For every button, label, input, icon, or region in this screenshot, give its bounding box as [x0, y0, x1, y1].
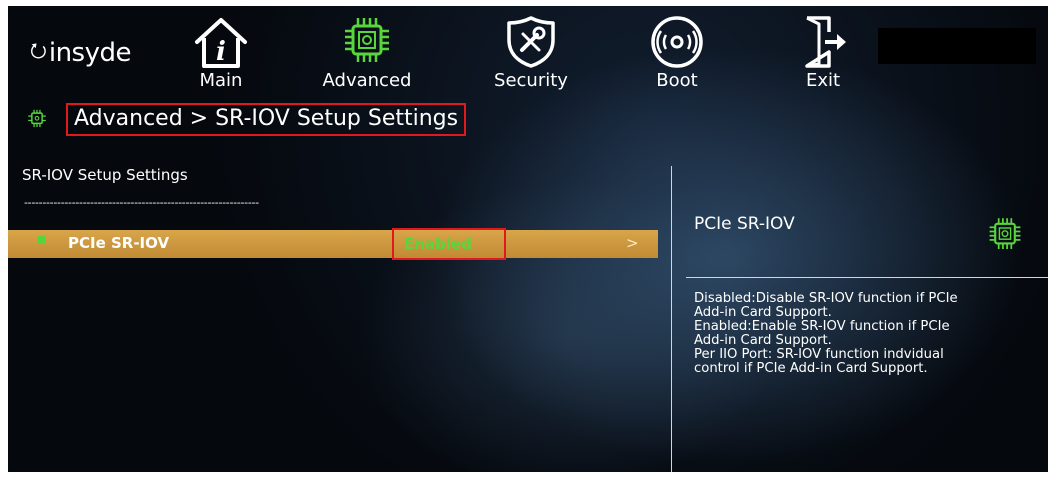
redacted-box	[878, 28, 1036, 64]
menu-advanced[interactable]: Advanced	[322, 14, 412, 91]
help-chip-icon	[989, 218, 1021, 249]
row-bullet-icon	[38, 236, 45, 243]
section-title: SR-IOV Setup Settings	[22, 166, 188, 184]
section-separator: ----------------------------------------…	[24, 196, 259, 209]
setting-value[interactable]: Enabled	[392, 228, 506, 260]
logo-text: insyde	[48, 38, 132, 68]
help-divider	[686, 277, 1048, 278]
chip-icon	[345, 18, 389, 62]
menu-exit-label: Exit	[805, 70, 841, 91]
breadcrumb-row: Advanced > SR-IOV Setup Settings	[26, 102, 467, 136]
svg-text:i: i	[216, 37, 226, 67]
top-menu-bar: ⭮ insyde i Main Advanced Security Boot E…	[8, 6, 1048, 116]
disc-icon	[651, 16, 703, 68]
breadcrumb: Advanced > SR-IOV Setup Settings	[66, 102, 467, 136]
menu-boot[interactable]: Boot	[632, 14, 722, 91]
setting-value-text: Enabled	[404, 235, 472, 253]
bios-screen: ⭮ insyde i Main Advanced Security Boot E…	[8, 6, 1048, 472]
menu-main-label: Main	[199, 70, 243, 91]
menu-boot-label: Boot	[656, 70, 698, 91]
setting-label: PCIe SR-IOV	[68, 234, 170, 252]
help-title: PCIe SR-IOV	[694, 214, 795, 234]
breadcrumb-chip-icon	[28, 109, 46, 128]
logo-swirl-icon: ⭮	[30, 38, 47, 62]
panel-divider	[671, 166, 672, 472]
exit-door-icon	[805, 16, 846, 68]
menu-advanced-label: Advanced	[322, 70, 412, 91]
menu-exit[interactable]: Exit	[778, 14, 868, 91]
info-house-icon: i	[195, 18, 247, 68]
menu-main[interactable]: i Main	[176, 14, 266, 91]
security-shield-icon	[507, 16, 555, 68]
help-text: Disabled:Disable SR-IOV function if PCIe…	[694, 291, 958, 376]
menu-security-label: Security	[494, 70, 568, 91]
insyde-logo: ⭮ insyde	[30, 36, 131, 70]
menu-security[interactable]: Security	[486, 14, 576, 91]
submenu-arrow-icon: >	[626, 234, 639, 252]
setting-row-pcie-sr-iov[interactable]: PCIe SR-IOV Enabled >	[8, 228, 658, 260]
